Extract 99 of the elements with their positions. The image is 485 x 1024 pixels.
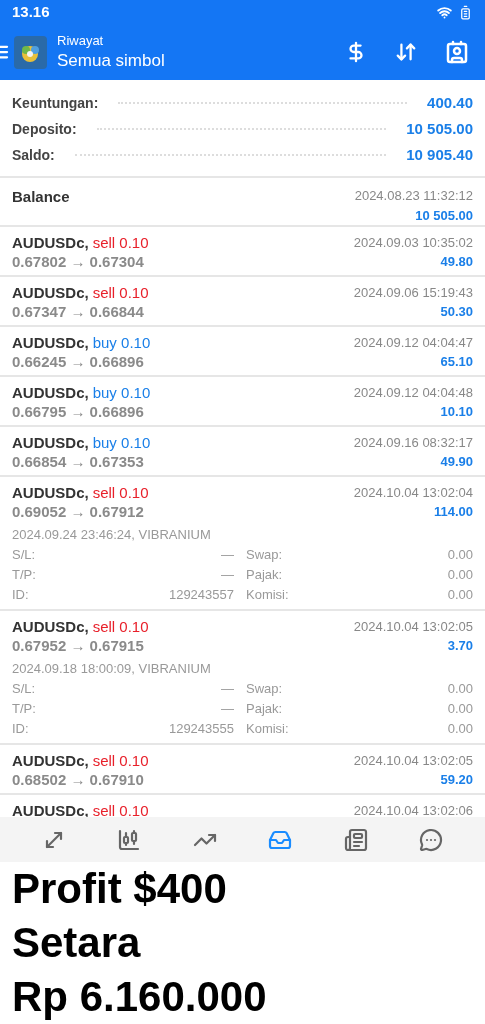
deal-profit: 10 505.00 [415, 206, 473, 225]
deal-row[interactable]: AUDUSDc, buy 0.10 0.66854 → 0.67353 2024.09.16 08:32:17 49.90 [0, 427, 485, 477]
status-time: 13.16 [12, 1, 50, 22]
detail-value: 0.00 [447, 720, 473, 738]
deal-order: sell 0.10 [92, 483, 149, 503]
summary-value: 400.40 [427, 92, 473, 113]
detail-value: — [221, 546, 234, 564]
deal-time: 2024.09.03 10:35:02 [353, 234, 473, 252]
deal-open-info: 2024.09.24 23:46:24, VIBRANIUM [12, 526, 212, 544]
caption-line: Setara [12, 918, 142, 968]
deal-time: 2024.09.06 15:19:43 [353, 284, 473, 302]
header-subtitle: Riwayat [57, 33, 105, 50]
deal-profit: 65.10 [440, 353, 473, 371]
deal-time: 2024.09.16 08:32:17 [353, 434, 473, 452]
deal-row[interactable]: AUDUSDc, sell 0.10 0.69052 → 0.67912 2024.10.04 13:02:04 114.00 2024.09.24 23:46:24, VIBRANIUM S/L: — Swap: 0.00 T/P: — Pajak: 0.00 ID: 129243557 Komisi: 0.00 [0, 477, 485, 611]
detail-label: ID: [12, 720, 29, 738]
deal-symbol: AUDUSDc, [12, 233, 89, 253]
detail-value: 0.00 [447, 546, 473, 564]
deal-time: 2024.09.12 04:04:47 [353, 334, 473, 352]
detail-label: Pajak: [246, 700, 283, 718]
deal-profit: 10.10 [440, 403, 473, 421]
detail-label: S/L: [12, 680, 36, 698]
detail-label: Komisi: [246, 720, 289, 738]
deal-order: sell 0.10 [92, 233, 149, 253]
deal-row[interactable]: AUDUSDc, buy 0.10 0.66245 → 0.66896 2024.09.12 04:04:47 65.10 [0, 327, 485, 377]
deal-order: buy 0.10 [92, 333, 151, 353]
detail-label: T/P: [12, 566, 36, 584]
sort-icon[interactable] [395, 41, 417, 63]
deal-symbol: AUDUSDc, [12, 483, 89, 503]
detail-label: Komisi: [246, 586, 289, 604]
deal-prices: 0.67952 → 0.67915 [12, 637, 145, 655]
deal-profit: 49.80 [440, 253, 473, 271]
detail-value: 129243555 [168, 720, 234, 738]
detail-label: Pajak: [246, 566, 283, 584]
detail-label: ID: [12, 586, 29, 604]
deal-symbol: AUDUSDc, [12, 383, 89, 403]
detail-value: — [221, 680, 234, 698]
deal-prices: 0.66245 → 0.66896 [12, 353, 145, 371]
detail-value: 0.00 [447, 680, 473, 698]
deal-row[interactable]: AUDUSDc, sell 0.10 0.67952 → 0.67915 2024.10.04 13:02:05 3.70 2024.09.18 18:00:09, VIBRANIUM S/L: — Swap: 0.00 T/P: — Pajak: 0.00 ID: 129243555 Komisi: 0.00 [0, 611, 485, 745]
deal-title: Balance [12, 187, 70, 207]
deal-order: buy 0.10 [92, 433, 151, 453]
deal-order: sell 0.10 [92, 801, 149, 817]
deal-profit: 49.90 [440, 453, 473, 471]
detail-value: — [221, 700, 234, 718]
deal-profit: 50.30 [440, 303, 473, 321]
deal-open-info: 2024.09.18 18:00:09, VIBRANIUM [12, 660, 212, 678]
deal-order: sell 0.10 [92, 751, 149, 771]
deal-time: 2024.09.12 04:04:48 [353, 384, 473, 402]
deal-symbol: AUDUSDc, [12, 433, 89, 453]
summary-label: Saldo: [12, 145, 55, 165]
summary-value: 10 905.40 [406, 144, 473, 165]
deal-time: 2024.10.04 13:02:06 [353, 802, 473, 817]
deal-prices: 0.69052 → 0.67912 [12, 503, 145, 521]
detail-value: 0.00 [447, 586, 473, 604]
deal-symbol: AUDUSDc, [12, 333, 89, 353]
summary-value: 10 505.00 [406, 118, 473, 139]
newspaper-icon [343, 827, 368, 852]
deal-symbol: AUDUSDc, [12, 751, 89, 771]
deal-symbol: AUDUSDc, [12, 617, 89, 637]
caption-line: Rp 6.160.000 [12, 972, 268, 1022]
deal-row[interactable]: AUDUSDc, sell 0.10 0.68502 → 0.67910 2024.10.04 13:02:05 59.20 [0, 745, 485, 795]
deal-row[interactable]: AUDUSDc, buy 0.10 0.66795 → 0.66896 2024.09.12 04:04:48 10.10 [0, 377, 485, 427]
deal-order: buy 0.10 [92, 383, 151, 403]
deal-prices: 0.67802 → 0.67304 [12, 253, 145, 271]
chat-icon [419, 827, 444, 852]
deal-time: 2024.10.04 13:02:05 [353, 752, 473, 770]
deal-order: sell 0.10 [92, 283, 149, 303]
deal-row[interactable]: AUDUSDc, sell 0.10 0.67347 → 0.66844 2024.09.06 15:19:43 50.30 [0, 277, 485, 327]
candlestick-icon [117, 827, 142, 852]
contact-icon[interactable] [445, 40, 469, 64]
app-logo-icon [14, 35, 47, 69]
header-title: Semua simbol [57, 49, 165, 71]
deal-order: sell 0.10 [92, 617, 149, 637]
deal-symbol: AUDUSDc, [12, 283, 89, 303]
wifi-icon [437, 4, 452, 20]
deal-time: 2024.10.04 13:02:05 [353, 618, 473, 636]
deal-profit: 59.20 [440, 771, 473, 789]
detail-value: 0.00 [447, 700, 473, 718]
detail-label: S/L: [12, 546, 36, 564]
deal-prices: 0.67347 → 0.66844 [12, 303, 145, 321]
summary-label: Deposito: [12, 119, 77, 139]
deal-profit: 114.00 [433, 503, 473, 521]
detail-value: 0.00 [447, 566, 473, 584]
detail-label: T/P: [12, 700, 36, 718]
deal-prices: 0.66795 → 0.66896 [12, 403, 145, 421]
detail-label: Swap: [246, 546, 283, 564]
deal-prices: 0.68502 → 0.67910 [12, 771, 145, 789]
summary-label: Keuntungan: [12, 93, 99, 113]
detail-value: — [221, 566, 234, 584]
detail-value: 129243557 [168, 586, 234, 604]
caption-line: Profit $400 [12, 864, 228, 914]
deal-profit: 3.70 [447, 637, 473, 655]
detail-label: Swap: [246, 680, 283, 698]
battery-icon [458, 4, 473, 20]
deal-prices: 0.66854 → 0.67353 [12, 453, 145, 471]
deal-row[interactable]: AUDUSDc, sell 0.10 0.67802 → 0.67304 2024.09.03 10:35:02 49.80 [0, 227, 485, 277]
deal-time: 2024.10.04 13:02:04 [353, 484, 473, 502]
deal-time: 2024.08.23 11:32:12 [354, 187, 473, 205]
